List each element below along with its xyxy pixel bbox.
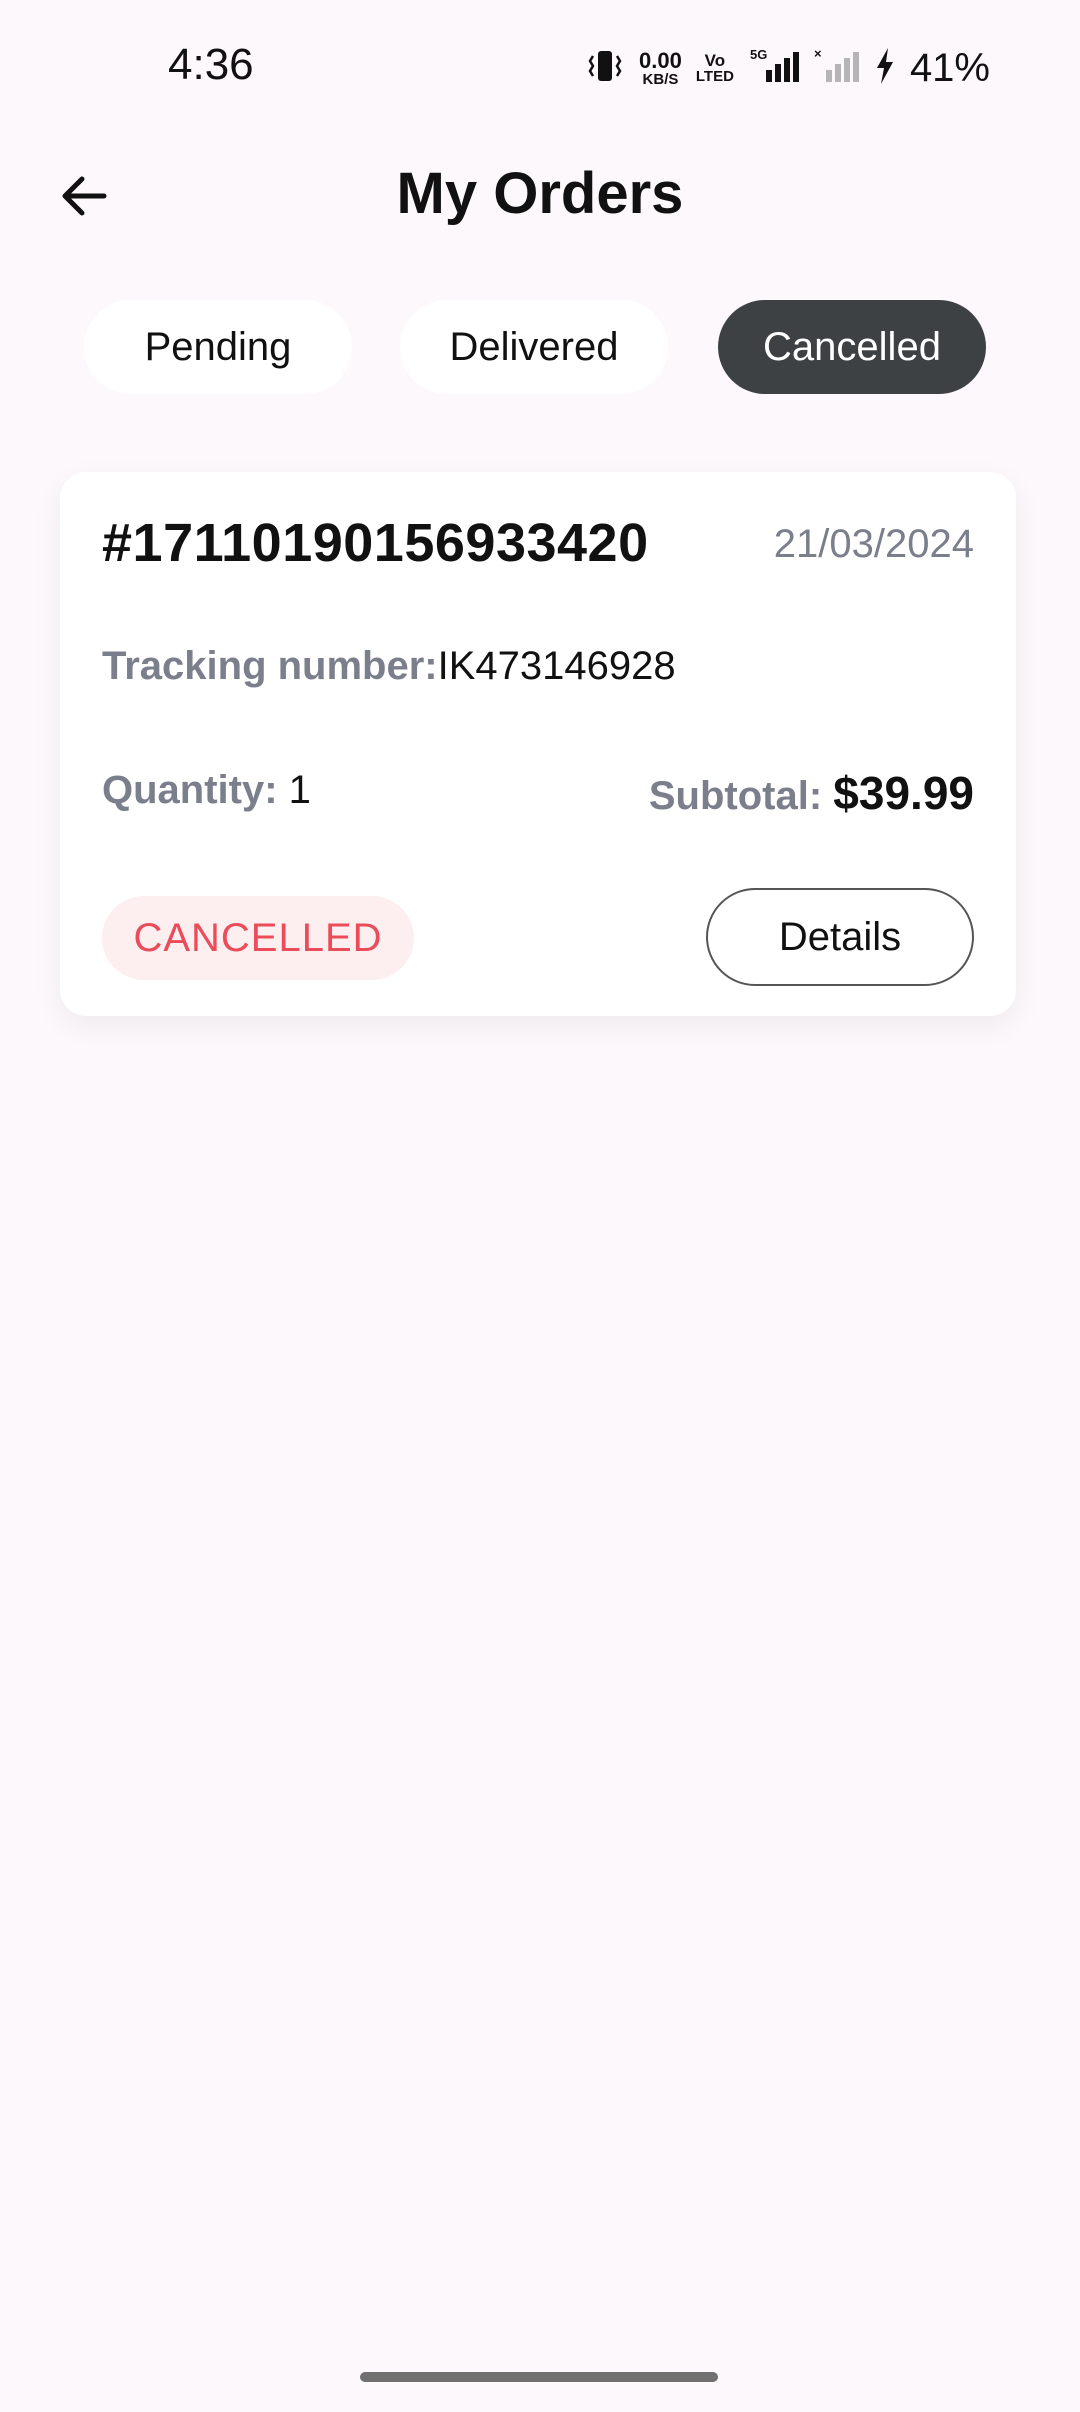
network-rate-value: 0.00	[639, 47, 682, 73]
subtotal-value: $39.99	[833, 767, 974, 819]
network-rate-unit: KB/S	[642, 70, 679, 88]
volte-bottom: LTED	[695, 68, 734, 85]
tracking-value: IK473146928	[437, 644, 676, 688]
volte-indicator: Vo LTED	[696, 52, 734, 84]
tracking-number: Tracking number:IK473146928	[102, 644, 676, 689]
subtotal: Subtotal: $39.99	[649, 766, 974, 820]
signal-5g-icon: 5G	[748, 46, 800, 91]
charging-icon	[874, 46, 896, 91]
quantity-value: 1	[288, 768, 311, 812]
order-id: #17110190156933420	[102, 513, 649, 573]
page-title: My Orders	[396, 161, 684, 226]
signal-no-service-icon: ×	[814, 46, 860, 91]
status-icons: 0.00 KB/S Vo LTED 5G × 41%	[585, 44, 990, 92]
vibrate-icon	[585, 46, 625, 91]
volte-top: Vo	[704, 51, 726, 70]
network-rate: 0.00 KB/S	[639, 47, 682, 88]
tracking-label: Tracking number:	[102, 644, 438, 688]
details-button[interactable]: Details	[706, 888, 974, 986]
quantity: Quantity: 1	[102, 768, 311, 813]
home-indicator[interactable]	[360, 2372, 718, 2382]
tab-cancelled[interactable]: Cancelled	[718, 300, 986, 394]
svg-text:5G: 5G	[750, 47, 767, 62]
quantity-label: Quantity:	[102, 768, 278, 812]
order-date: 21/03/2024	[773, 522, 974, 566]
status-time: 4:36	[168, 40, 254, 89]
subtotal-label: Subtotal:	[648, 774, 823, 818]
svg-text:×: ×	[814, 46, 822, 61]
tab-pending[interactable]: Pending	[84, 300, 352, 394]
status-badge: CANCELLED	[102, 896, 414, 980]
status-bar: 4:36 0.00 KB/S Vo LTED 5G × 41%	[0, 0, 1080, 136]
tab-delivered[interactable]: Delivered	[400, 300, 668, 394]
order-status-tabs: Pending Delivered Cancelled	[0, 300, 1080, 396]
app-header: My Orders	[0, 136, 1080, 256]
order-card: #17110190156933420 21/03/2024 Tracking n…	[60, 472, 1016, 1016]
battery-percent: 41%	[909, 45, 990, 90]
